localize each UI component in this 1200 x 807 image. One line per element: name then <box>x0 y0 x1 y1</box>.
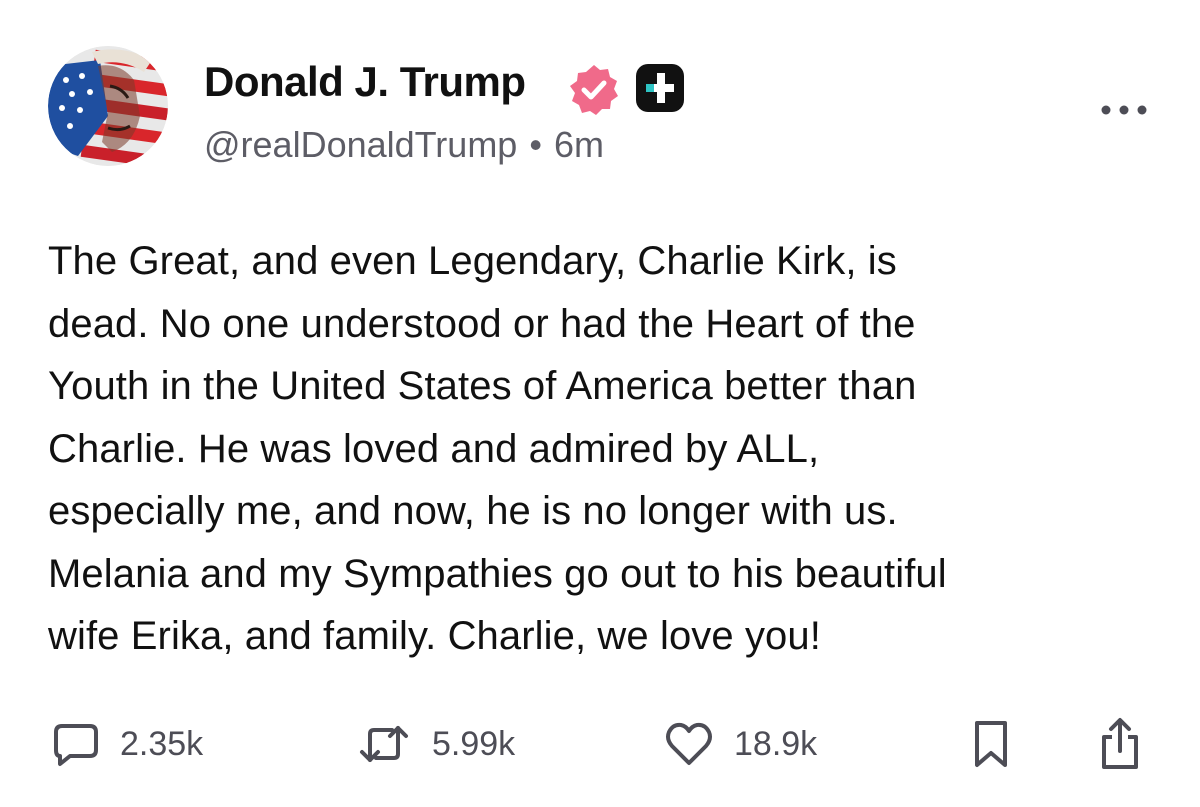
more-options-button[interactable] <box>1098 98 1150 122</box>
avatar[interactable] <box>48 46 168 166</box>
meta-separator: • <box>529 124 542 165</box>
reply-button[interactable]: 2.35k <box>52 712 203 776</box>
action-bar: 2.35k 5.99k 18.9k <box>0 712 1200 776</box>
truth-social-post: Donald J. Trump @realDonaldTrump • 6m The … <box>0 0 1200 807</box>
post-time[interactable]: 6m <box>554 124 604 165</box>
like-count: 18.9k <box>734 724 818 763</box>
reply-bubble-icon <box>54 724 98 766</box>
verified-badge-icon <box>566 62 622 118</box>
plus-badge-icon <box>634 62 686 114</box>
author-meta: @realDonaldTrump • 6m <box>204 124 604 166</box>
bookmark-icon <box>975 721 1007 767</box>
heart-icon <box>666 722 712 765</box>
avatar-image <box>48 46 168 166</box>
like-button[interactable]: 18.9k <box>664 712 817 776</box>
more-dots-icon <box>1101 105 1147 115</box>
share-icon <box>1102 718 1138 769</box>
post-body: The Great, and even Legendary, Charlie K… <box>48 239 947 658</box>
repost-count: 5.99k <box>432 724 516 763</box>
bookmark-button[interactable] <box>972 712 1010 776</box>
author-handle[interactable]: @realDonaldTrump <box>204 124 517 165</box>
repost-button[interactable]: 5.99k <box>356 712 515 776</box>
reply-count: 2.35k <box>120 724 204 763</box>
author-name[interactable]: Donald J. Trump <box>204 58 526 106</box>
share-button[interactable] <box>1096 712 1144 776</box>
repost-icon <box>360 726 408 762</box>
